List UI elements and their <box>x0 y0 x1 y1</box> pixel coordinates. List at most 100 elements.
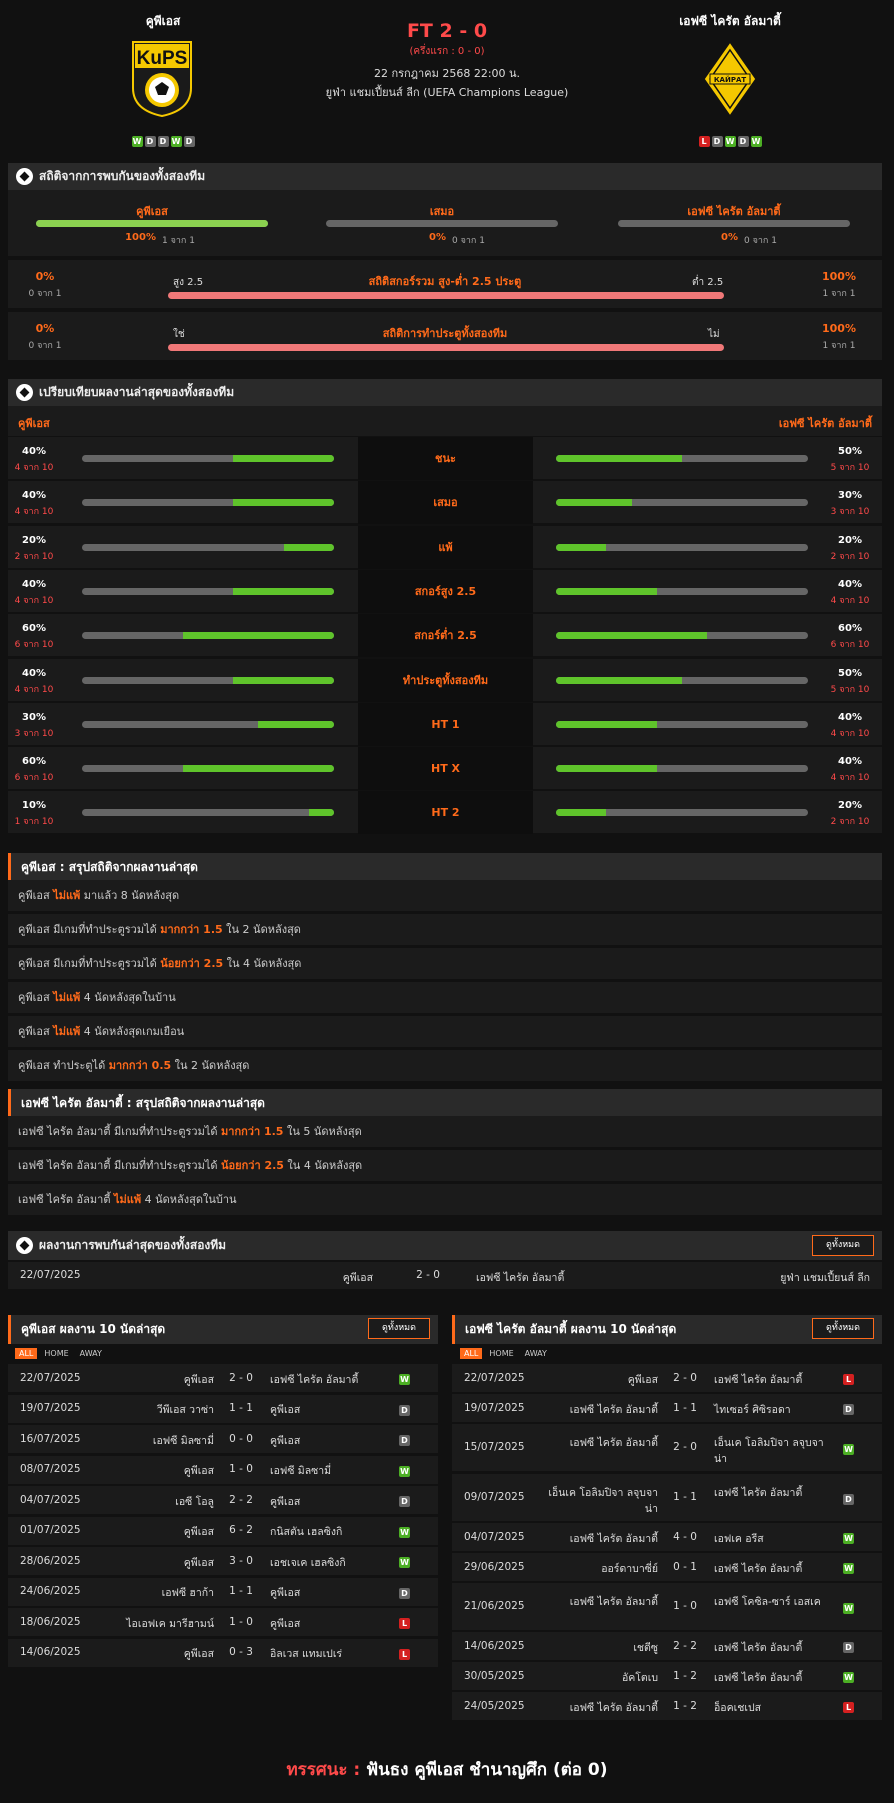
prediction: ทรรศนะ : ฟันธง คูพีเอส ชำนาญศึก (ต่อ 0) <box>0 1756 894 1783</box>
away-team[interactable]: เอ็นเค โอลิมปิจา ลจุบจาน่า <box>714 1435 832 1467</box>
home-team[interactable]: เอฟซี ไครัต อัลมาตี้ <box>540 1700 658 1716</box>
match-row[interactable]: 16/07/2025 เอฟซี มิลซามี่ 0 - 0 คูพีเอส D <box>8 1425 438 1454</box>
btts-right-pct: 100% <box>822 322 856 335</box>
away-team[interactable]: อ็อคเชเปส <box>714 1700 832 1716</box>
home-team[interactable]: ไอเอฟเค มารีฮามน์ <box>96 1616 214 1632</box>
tab-away[interactable]: AWAY <box>76 1348 106 1359</box>
away-team[interactable]: กนิสตัน เฮลซิงกิ <box>270 1524 388 1540</box>
score: 6 - 2 <box>229 1524 253 1536</box>
h2h-results-view-all-button[interactable]: ดูทั้งหมด <box>812 1235 874 1256</box>
summary-text: ใน 2 นัดหลังสุด <box>222 923 301 936</box>
match-row[interactable]: 15/07/2025 เอฟซี ไครัต อัลมาตี้ 2 - 0 เอ็นเ… <box>452 1424 882 1472</box>
match-row[interactable]: 08/07/2025 คูพีเอส 1 - 0 เอฟซี มิลซามี่ W <box>8 1455 438 1485</box>
away-team[interactable]: อิลเวส แทมเปเร่ <box>270 1646 388 1662</box>
compare-away-pct: 50% <box>838 446 862 457</box>
away-team[interactable]: คูพีเอส <box>270 1585 388 1601</box>
away-team[interactable]: คูพีเอส <box>270 1494 388 1510</box>
compare-away-bar-fill <box>556 587 657 595</box>
away-team[interactable]: เอฟซี มิลซามี่ <box>270 1463 388 1479</box>
home-team[interactable]: เอฟซี ฮาก้า <box>96 1585 214 1601</box>
home-last10-view-all-button[interactable]: ดูทั้งหมด <box>368 1318 430 1339</box>
home-team[interactable]: คูพีเอส <box>96 1646 214 1662</box>
compare-row-label: HT 1 <box>358 702 533 746</box>
competition-name[interactable]: ยูฟ่า แชมเปี้ยนส์ ลีก (UEFA Champions Le… <box>267 83 627 101</box>
match-row[interactable]: 24/05/2025 เอฟซี ไครัต อัลมาตี้ 1 - 2 อ็อคเ… <box>452 1692 882 1721</box>
btts-left-sub: 0 จาก 1 <box>28 341 62 351</box>
tab-all[interactable]: ALL <box>460 1348 483 1359</box>
match-row[interactable]: 18/06/2025 ไอเอฟเค มารีฮามน์ 1 - 0 คูพีเอส L <box>8 1608 438 1637</box>
home-team[interactable]: เอ็นเค โอลิมปิจา ลจุบจาน่า <box>540 1485 658 1517</box>
away-team[interactable]: เอฟเค อรีส <box>714 1531 832 1547</box>
home-team[interactable]: เอฟซี ไครัต อัลมาตี้ <box>540 1435 658 1451</box>
away-team[interactable]: เอฟซี ไครัต อัลมาตี้ <box>714 1640 832 1656</box>
home-team-logo[interactable]: KuPS <box>131 40 193 118</box>
tab-home[interactable]: HOME <box>485 1348 517 1359</box>
away-team[interactable]: เอฟซี ไครัต อัลมาตี้ <box>714 1561 832 1577</box>
home-team[interactable]: เอฟซี ไครัต อัลมาตี้ <box>540 1402 658 1418</box>
match-row[interactable]: 29/06/2025 ออร์ดาบาซี่ย์ 0 - 1 เอฟซี ไครัต … <box>452 1553 882 1582</box>
result-badge: D <box>399 1496 410 1507</box>
tab-home[interactable]: HOME <box>40 1348 72 1359</box>
summary-text: คูพีเอส มีเกมที่ทำประตูรวมได้ <box>18 957 161 970</box>
away-team[interactable]: เอฟซี ไครัต อัลมาตี้ <box>270 1372 388 1388</box>
tab-away[interactable]: AWAY <box>521 1348 551 1359</box>
home-team[interactable]: คูพีเอส <box>96 1524 214 1540</box>
compare-away-bar-fill <box>556 809 607 817</box>
away-last10-view-all-button[interactable]: ดูทั้งหมด <box>812 1318 874 1339</box>
match-row[interactable]: 30/05/2025 อัคโตเบ 1 - 2 เอฟซี ไครัต อัลมาต… <box>452 1662 882 1691</box>
home-team-name[interactable]: คูพีเอส <box>88 12 238 31</box>
compare-away-bar <box>556 543 808 551</box>
compare-away-bar <box>556 809 808 817</box>
score: 1 - 0 <box>673 1600 697 1612</box>
home-team[interactable]: คูพีเอส <box>540 1372 658 1388</box>
home-team[interactable]: คูพีเอส <box>208 1269 373 1286</box>
match-row[interactable]: 04/07/2025 เอซี โอลู 2 - 2 คูพีเอส D <box>8 1486 438 1515</box>
away-team[interactable]: คูพีเอส <box>270 1433 388 1449</box>
match-date: 28/06/2025 <box>20 1554 81 1567</box>
home-team[interactable]: เอฟซี ไครัต อัลมาตี้ <box>540 1594 658 1610</box>
compare-home-bar <box>82 632 334 640</box>
btts-stats-panel: 0% 0 จาก 1 ใช่ สถิติการทำประตูทั้งสองทีม… <box>8 312 882 360</box>
match-row[interactable]: 04/07/2025 เอฟซี ไครัต อัลมาตี้ 4 - 0 เอฟเค… <box>452 1523 882 1552</box>
h2h-result-row[interactable]: 22/07/2025 คูพีเอส 2 - 0 เอฟซี ไครัต อัลมาต… <box>8 1262 882 1290</box>
compare-away-bar-fill <box>556 765 657 773</box>
summary-text: คูพีเอส <box>18 991 54 1004</box>
home-team[interactable]: เอฟซี ไครัต อัลมาตี้ <box>540 1531 658 1547</box>
away-team[interactable]: เอฟซี ไครัต อัลมาตี้ <box>476 1269 564 1286</box>
away-team[interactable]: ไทเซอร์ ศิซิรอดา <box>714 1402 832 1418</box>
away-team[interactable]: เอชเจเค เฮลซิงกิ <box>270 1555 388 1571</box>
home-team[interactable]: อัคโตเบ <box>540 1670 658 1686</box>
match-row[interactable]: 09/07/2025 เอ็นเค โอลิมปิจา ลจุบจาน่า 1 - … <box>452 1474 882 1522</box>
match-row[interactable]: 22/07/2025 คูพีเอส 2 - 0 เอฟซี ไครัต อัลมาต… <box>8 1364 438 1393</box>
home-team[interactable]: คูพีเอส <box>96 1463 214 1479</box>
away-team[interactable]: เอฟซี ไครัต อัลมาตี้ <box>714 1485 832 1501</box>
match-header: คูพีเอส KuPS WDDWD FT 2 - 0 (ครึ่งแรก : … <box>0 0 894 160</box>
competition[interactable]: ยูฟ่า แชมเปี้ยนส์ ลีก <box>780 1269 870 1286</box>
home-team[interactable]: วีพีเอส วาซ่า <box>96 1402 214 1418</box>
tab-all[interactable]: ALL <box>15 1348 38 1359</box>
match-row[interactable]: 21/06/2025 เอฟซี ไครัต อัลมาตี้ 1 - 0 เอฟซี… <box>452 1583 882 1631</box>
match-row[interactable]: 22/07/2025 คูพีเอส 2 - 0 เอฟซี ไครัต อัลมาต… <box>452 1364 882 1393</box>
home-team[interactable]: คูพีเอส <box>96 1372 214 1388</box>
match-row[interactable]: 01/07/2025 คูพีเอส 6 - 2 กนิสตัน เฮลซิงกิ W <box>8 1516 438 1546</box>
match-row[interactable]: 14/06/2025 คูพีเอส 0 - 3 อิลเวส แทมเปเร่ L <box>8 1638 438 1668</box>
home-team[interactable]: เชตีซู <box>540 1640 658 1656</box>
home-team[interactable]: เอฟซี มิลซามี่ <box>96 1433 214 1449</box>
away-team[interactable]: คูพีเอส <box>270 1616 388 1632</box>
home-team[interactable]: ออร์ดาบาซี่ย์ <box>540 1561 658 1577</box>
away-team[interactable]: เอฟซี ไครัต อัลมาตี้ <box>714 1670 832 1686</box>
away-team[interactable]: คูพีเอส <box>270 1402 388 1418</box>
away-team-logo[interactable]: КАЙРАТ <box>700 40 760 118</box>
compare-away-bar-fill <box>556 676 682 684</box>
match-row[interactable]: 24/06/2025 เอฟซี ฮาก้า 1 - 1 คูพีเอส D <box>8 1577 438 1607</box>
away-team[interactable]: เอฟซี ไครัต อัลมาตี้ <box>714 1372 832 1388</box>
home-team[interactable]: คูพีเอส <box>96 1555 214 1571</box>
away-team[interactable]: เอฟซี โคซิล-ซาร์ เอสเค <box>714 1594 832 1610</box>
match-row[interactable]: 19/07/2025 วีพีเอส วาซ่า 1 - 1 คูพีเอส D <box>8 1394 438 1424</box>
away-team-name[interactable]: เอฟซี ไครัต อัลมาตี้ <box>650 12 810 31</box>
match-row[interactable]: 19/07/2025 เอฟซี ไครัต อัลมาตี้ 1 - 1 ไทเซอ… <box>452 1394 882 1423</box>
match-row[interactable]: 14/06/2025 เชตีซู 2 - 2 เอฟซี ไครัต อัลมาตี… <box>452 1632 882 1661</box>
compare-away-pct: 30% <box>838 490 862 502</box>
match-row[interactable]: 28/06/2025 คูพีเอส 3 - 0 เอชเจเค เฮลซิงกิ W <box>8 1547 438 1576</box>
home-team[interactable]: เอซี โอลู <box>96 1494 214 1510</box>
